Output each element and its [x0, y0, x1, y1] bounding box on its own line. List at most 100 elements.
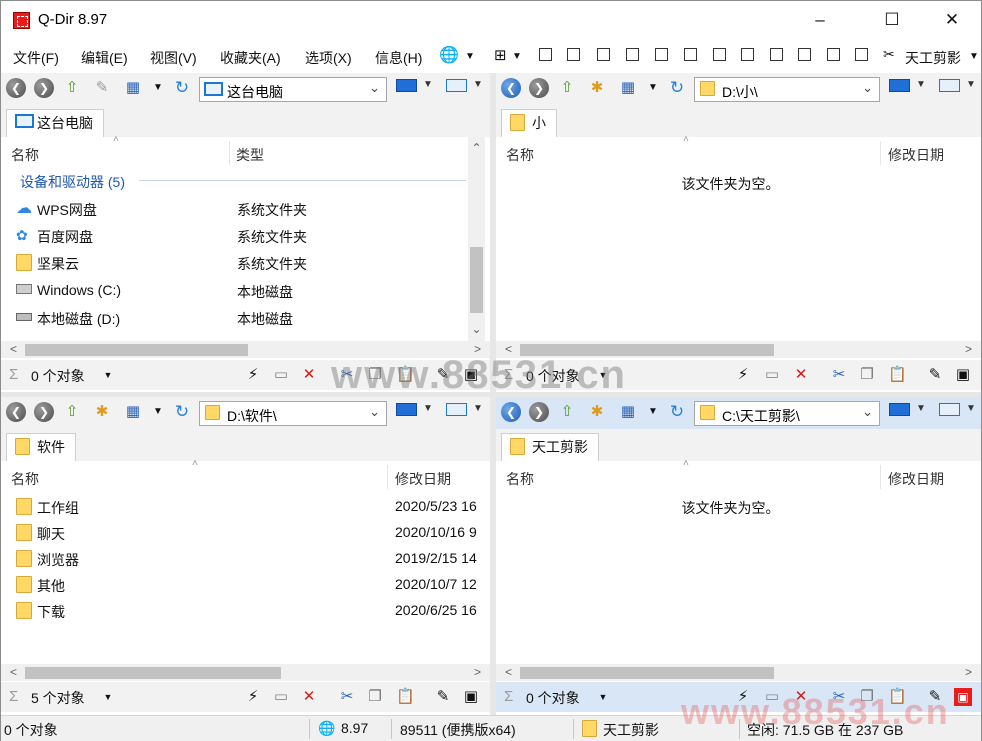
object-count[interactable]: 5 个对象 [31, 688, 85, 708]
screen-view2-icon[interactable]: ▼ [446, 79, 483, 96]
refresh-icon[interactable]: ↻ [172, 403, 192, 421]
layout-dropdown-icon[interactable]: ▼ [512, 51, 522, 62]
back-icon[interactable]: ❮ [501, 78, 521, 98]
forward-icon[interactable]: ❯ [34, 78, 54, 98]
globe-icon[interactable]: 🌐 [318, 720, 335, 737]
layout-single-icon[interactable] [855, 48, 868, 61]
tab-folder[interactable]: 小 [501, 109, 557, 137]
address-dropdown-icon[interactable]: ⌄ [369, 404, 380, 420]
column-separator[interactable] [229, 141, 230, 165]
scroll-thumb[interactable] [520, 667, 774, 679]
delete-icon[interactable]: ✕ [300, 366, 318, 384]
list-item[interactable]: 工作组 2020/5/23 16 [1, 494, 490, 520]
column-name[interactable]: 名称 [506, 469, 534, 489]
up-folder-icon[interactable]: ⇧ [557, 79, 577, 97]
scroll-up-icon[interactable]: ⌃ [468, 141, 485, 155]
delete-icon[interactable]: ✕ [792, 366, 810, 384]
terminal-icon[interactable]: ▣ [954, 366, 972, 384]
column-separator[interactable] [387, 465, 388, 489]
list-item[interactable]: ✿ 百度网盘 系统文件夹 [1, 223, 490, 249]
cut-icon[interactable]: ✂ [830, 366, 848, 384]
rename-icon[interactable]: ▭ [763, 366, 781, 384]
layout-4row-icon[interactable] [713, 48, 726, 61]
terminal-icon[interactable]: ▣ [954, 688, 972, 706]
menu-info[interactable]: 信息(H) [375, 48, 422, 68]
maximize-button[interactable]: ☐ [869, 1, 915, 39]
new-folder-icon[interactable]: ✎ [92, 79, 112, 97]
object-count[interactable]: 0 个对象 [526, 688, 580, 708]
paste-icon[interactable]: 📋 [396, 688, 415, 706]
vertical-scrollbar[interactable]: ⌃ ⌄ [468, 137, 485, 341]
new-folder-icon[interactable]: ✱ [92, 403, 112, 421]
terminal-icon[interactable]: ▣ [462, 688, 480, 706]
screen-view-icon[interactable]: ▼ [396, 79, 433, 96]
screen-view2-icon[interactable]: ▼ [939, 403, 976, 420]
up-folder-icon[interactable]: ⇧ [62, 79, 82, 97]
screen-view2-icon[interactable]: ▼ [939, 79, 976, 96]
view-mode-dropdown-icon[interactable]: ▼ [148, 79, 168, 97]
address-bar[interactable]: D:\软件\ ⌄ [199, 401, 387, 426]
cut-icon[interactable]: ✂ [338, 688, 356, 706]
new-folder-icon[interactable]: ✱ [587, 79, 607, 97]
menu-file[interactable]: 文件(F) [13, 48, 59, 68]
menu-options[interactable]: 选项(X) [305, 48, 352, 68]
close-button[interactable]: ✕ [929, 1, 975, 39]
forward-icon[interactable]: ❯ [529, 402, 549, 422]
count-dropdown-icon[interactable]: ▼ [99, 366, 117, 384]
layout-mixed3-icon[interactable] [798, 48, 811, 61]
refresh-icon[interactable]: ↻ [667, 79, 687, 97]
copy-icon[interactable]: ❐ [366, 688, 384, 706]
new-folder-icon[interactable]: ✱ [587, 403, 607, 421]
screen-view2-icon[interactable]: ▼ [446, 403, 483, 420]
quick-folder-label[interactable]: 天工剪影 [905, 48, 961, 68]
scroll-left-icon[interactable]: < [5, 342, 22, 356]
refresh-icon[interactable]: ↻ [667, 403, 687, 421]
address-dropdown-icon[interactable]: ⌄ [862, 404, 873, 420]
address-bar[interactable]: C:\天工剪影\ ⌄ [694, 401, 880, 426]
horizontal-scrollbar[interactable]: < > [1, 664, 490, 681]
object-count[interactable]: 0 个对象 [31, 366, 85, 386]
column-modified[interactable]: 修改日期 [395, 469, 451, 489]
horizontal-scrollbar[interactable]: < > [496, 664, 981, 681]
scroll-thumb[interactable] [25, 667, 281, 679]
scroll-left-icon[interactable]: < [500, 665, 517, 679]
tab-folder[interactable]: 软件 [6, 433, 76, 461]
back-icon[interactable]: ❮ [501, 402, 521, 422]
column-name[interactable]: 名称 [11, 145, 39, 165]
layout-mixed2-icon[interactable] [770, 48, 783, 61]
scroll-down-icon[interactable]: ⌄ [468, 322, 485, 336]
scroll-thumb[interactable] [25, 344, 248, 356]
address-bar[interactable]: 这台电脑 ⌄ [199, 77, 387, 102]
column-separator[interactable] [880, 141, 881, 165]
paste-icon[interactable]: 📋 [888, 366, 907, 384]
scissors-icon[interactable]: ✂ [883, 46, 895, 63]
layout-3b-icon[interactable] [597, 48, 610, 61]
view-mode-dropdown-icon[interactable]: ▼ [643, 403, 663, 421]
up-folder-icon[interactable]: ⇧ [62, 403, 82, 421]
layout-grid-icon[interactable]: ⊞ [494, 46, 507, 64]
screen-view-icon[interactable]: ▼ [889, 403, 926, 420]
up-folder-icon[interactable]: ⇧ [557, 403, 577, 421]
view-mode-dropdown-icon[interactable]: ▼ [148, 403, 168, 421]
scroll-left-icon[interactable]: < [5, 665, 22, 679]
list-item[interactable]: ☁ WPS网盘 系统文件夹 [1, 196, 490, 222]
column-modified[interactable]: 修改日期 [888, 145, 944, 165]
copy-icon[interactable]: ❐ [858, 366, 876, 384]
count-dropdown-icon[interactable]: ▼ [594, 688, 612, 706]
scroll-thumb[interactable] [470, 247, 483, 313]
view-mode-icon[interactable]: ▦ [618, 403, 638, 421]
menu-favorites[interactable]: 收藏夹(A) [220, 48, 281, 68]
column-type[interactable]: 类型 [236, 145, 264, 165]
quick-folder-dropdown-icon[interactable]: ▼ [969, 51, 979, 62]
list-item[interactable]: 坚果云 系统文件夹 [1, 250, 490, 276]
screen-view-icon[interactable]: ▼ [396, 403, 433, 420]
properties-icon[interactable]: ✎ [434, 688, 452, 706]
rename-icon[interactable]: ▭ [272, 688, 290, 706]
forward-icon[interactable]: ❯ [529, 78, 549, 98]
layout-3-icon[interactable] [567, 48, 580, 61]
layout-4col-icon[interactable] [684, 48, 697, 61]
layout-mixed-icon[interactable] [741, 48, 754, 61]
view-mode-icon[interactable]: ▦ [123, 403, 143, 421]
back-icon[interactable]: ❮ [6, 78, 26, 98]
tab-this-pc[interactable]: 这台电脑 [6, 109, 104, 137]
